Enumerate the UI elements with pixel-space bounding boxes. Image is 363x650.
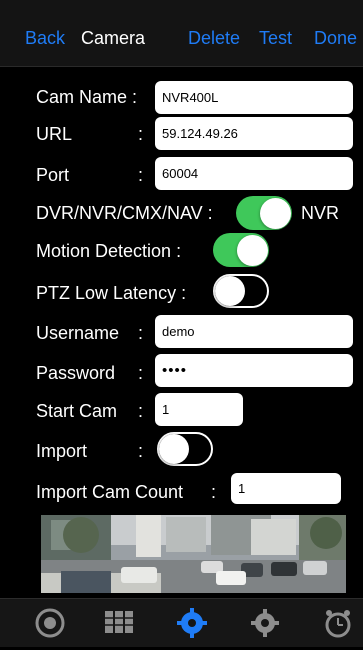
camera-preview-image[interactable] (41, 515, 346, 593)
dvr-type-value: NVR (301, 203, 340, 223)
toggle-knob (215, 276, 245, 306)
motion-detection-toggle[interactable] (213, 233, 269, 267)
tab-settings[interactable] (245, 605, 285, 645)
alarm-clock-icon (325, 610, 351, 638)
toggle-knob (260, 197, 291, 229)
tab-bar (0, 598, 363, 647)
cam-name-field[interactable]: NVR400L (155, 81, 353, 114)
delete-button[interactable]: Delete (188, 27, 240, 49)
test-button[interactable]: Test (259, 27, 292, 49)
import-label: Import (36, 441, 88, 461)
import-toggle[interactable] (157, 432, 213, 466)
url-field[interactable]: 59.124.49.26 (155, 117, 353, 150)
toggle-knob (237, 234, 268, 266)
username-colon: : (138, 323, 144, 343)
port-field[interactable]: 60004 (155, 157, 353, 190)
ptz-low-latency-label: PTZ Low Latency : (36, 283, 187, 303)
import-colon: : (138, 441, 144, 461)
page-title: Camera (81, 28, 146, 48)
navigation-bar: Back Camera Delete Test Done (0, 0, 363, 67)
password-label: Password (36, 363, 116, 383)
start-cam-label: Start Cam (36, 401, 118, 421)
street-scene-graphic (41, 515, 346, 593)
dvr-type-label: DVR/NVR/CMX/NAV : (36, 203, 213, 223)
port-colon: : (138, 165, 144, 185)
motion-detection-label: Motion Detection : (36, 241, 182, 261)
camera-grid-icon (105, 611, 133, 633)
import-cam-count-colon: : (211, 482, 217, 502)
url-colon: : (138, 124, 144, 144)
password-colon: : (138, 363, 144, 383)
import-cam-count-field[interactable]: 1 (231, 473, 341, 504)
start-cam-field[interactable]: 1 (155, 393, 243, 426)
tab-camera-grid[interactable] (100, 605, 140, 645)
dvr-type-toggle[interactable] (236, 196, 292, 230)
port-label: Port (36, 165, 70, 185)
tab-camera-settings[interactable] (172, 605, 212, 645)
back-button[interactable]: Back (25, 27, 65, 49)
camera-lens-icon (35, 608, 65, 638)
url-label: URL (36, 124, 73, 144)
tab-alarm[interactable] (318, 605, 358, 645)
done-button[interactable]: Done (314, 27, 357, 49)
camera-settings-icon (177, 608, 207, 638)
toggle-knob (159, 434, 189, 464)
import-cam-count-label: Import Cam Count (36, 482, 184, 502)
cam-name-label: Cam Name : (36, 87, 138, 107)
gear-icon (251, 609, 279, 637)
password-field[interactable]: •••• (155, 354, 353, 387)
start-cam-colon: : (138, 401, 144, 421)
username-field[interactable]: demo (155, 315, 353, 348)
username-label: Username (36, 323, 120, 343)
tab-camera-lens[interactable] (30, 605, 70, 645)
ptz-low-latency-toggle[interactable] (213, 274, 269, 308)
